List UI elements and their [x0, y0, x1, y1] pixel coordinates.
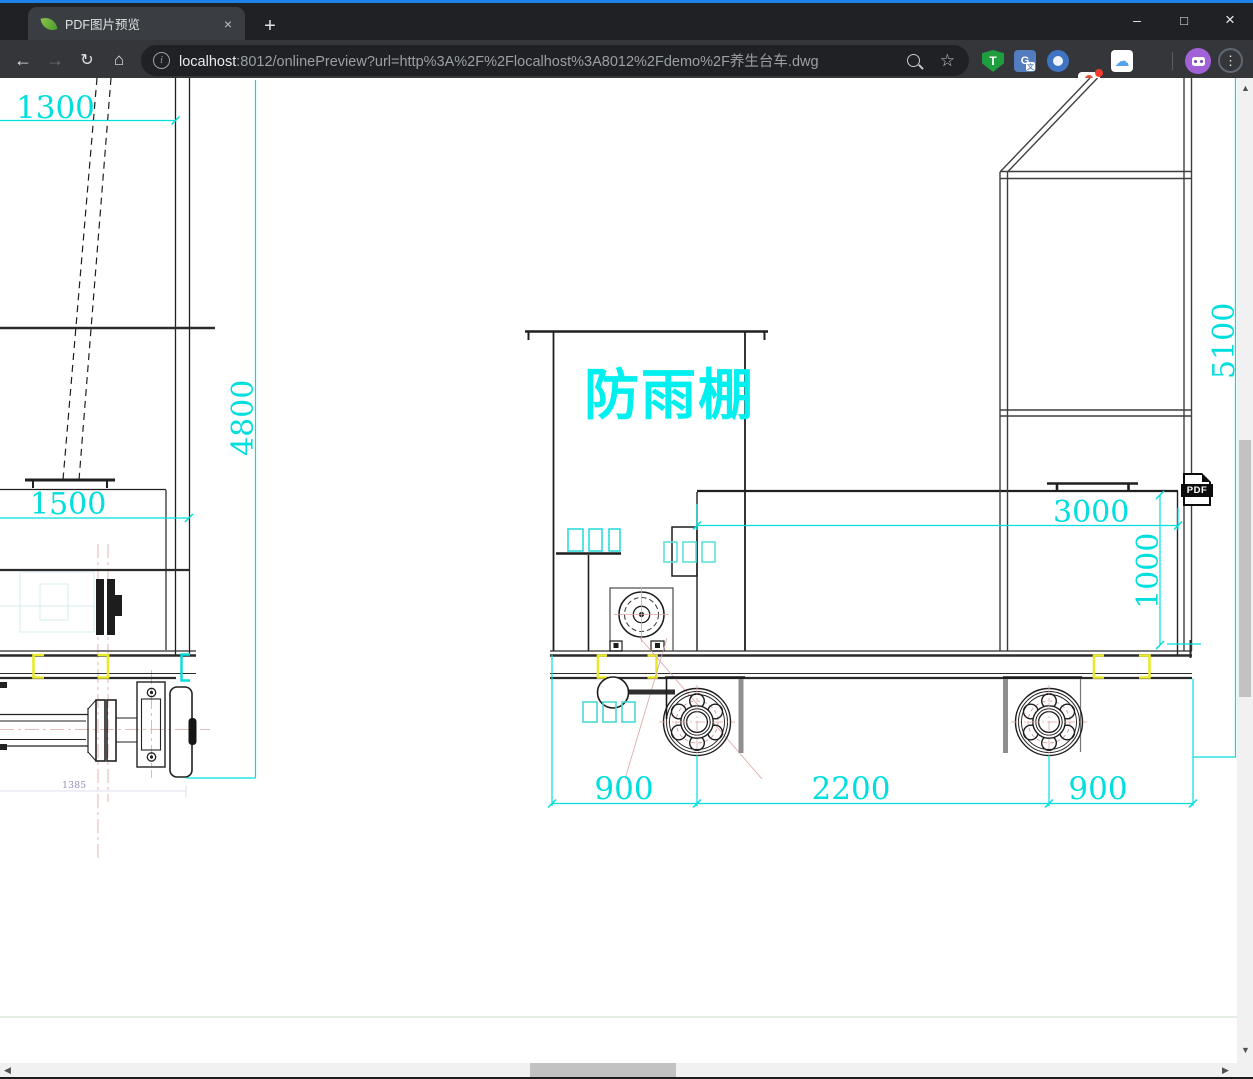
pdf-download-button[interactable]: PDF — [1181, 473, 1213, 506]
extension-cloud-icon[interactable]: ☁ — [1111, 50, 1133, 72]
browser-tab[interactable]: PDF图片预览 × — [28, 7, 245, 40]
window-close-button[interactable]: × — [1207, 3, 1253, 37]
scroll-down-arrow[interactable]: ▼ — [1241, 1046, 1250, 1055]
reload-button[interactable]: ↻ — [74, 48, 100, 72]
vertical-scrollbar-thumb[interactable] — [1239, 440, 1251, 697]
main-view: 防雨棚 3000 1000 5100 900 2200 900 — [525, 78, 1237, 809]
window-minimize-button[interactable]: – — [1114, 3, 1160, 37]
dim-3000: 3000 — [1053, 495, 1129, 530]
left-view: 1385 1300 4800 1500 — [0, 78, 261, 860]
bookmark-star-icon[interactable]: ☆ — [940, 51, 955, 71]
window-maximize-button[interactable]: □ — [1161, 3, 1207, 37]
wheel-left — [659, 685, 735, 760]
scroll-right-arrow[interactable]: ▶ — [1222, 1066, 1229, 1075]
extension-orbit-icon[interactable] — [1047, 50, 1069, 72]
browser-menu-button[interactable]: ⋮ — [1218, 48, 1243, 73]
url-text[interactable]: localhost:8012/onlinePreview?url=http%3A… — [179, 50, 907, 71]
dim-1385: 1385 — [62, 780, 86, 791]
main-dims — [547, 78, 1237, 809]
new-tab-button[interactable]: + — [256, 12, 284, 40]
faint-outlines — [0, 571, 95, 633]
flange-upper — [96, 579, 122, 635]
bolt-dot — [149, 690, 154, 695]
shelter-label: 防雨棚 — [584, 363, 755, 427]
wheel-contact — [188, 718, 197, 745]
edge-lug — [0, 744, 7, 750]
slant-braces — [62, 78, 112, 481]
tab-close-icon[interactable]: × — [219, 15, 237, 33]
scroll-left-arrow[interactable]: ◀ — [4, 1066, 11, 1075]
home-button[interactable]: ⌂ — [106, 48, 132, 72]
horizontal-scrollbar-thumb[interactable] — [530, 1063, 676, 1077]
scrollbar-corner — [1237, 1063, 1253, 1077]
titlebar: PDF图片预览 × — [0, 3, 1253, 40]
dim-4800: 4800 — [226, 380, 261, 456]
dim-2200: 2200 — [812, 771, 891, 807]
cad-drawing: 1385 1300 4800 1500 防雨棚 3000 1000 5100 9… — [0, 78, 1237, 1018]
url-path: :8012/onlinePreview?url=http%3A%2F%2Floc… — [236, 54, 819, 70]
control-box — [671, 526, 698, 577]
cyan-bracket — [180, 653, 190, 682]
address-bar[interactable]: i localhost:8012/onlinePreview?url=http%… — [141, 45, 969, 76]
dim-900-left: 900 — [594, 771, 653, 807]
dim-1000: 1000 — [1131, 533, 1166, 609]
robot-face-icon — [1191, 56, 1205, 66]
pdf-label: PDF — [1181, 484, 1213, 497]
page-fold-icon — [1202, 473, 1211, 482]
forward-button[interactable]: → — [42, 48, 68, 72]
profile-avatar[interactable] — [1185, 48, 1211, 74]
tab-title: PDF图片预览 — [65, 18, 141, 32]
bolt-dot — [149, 755, 154, 759]
dim-1300: 1300 — [16, 90, 95, 126]
cyan-markers-row1 — [567, 528, 621, 552]
left-structure — [0, 78, 215, 655]
yellow-brackets-left — [32, 653, 110, 679]
url-host: localhost — [179, 54, 237, 70]
page-info-icon[interactable]: i — [153, 52, 170, 69]
dim-5100: 5100 — [1207, 303, 1237, 379]
back-button[interactable]: ← — [10, 48, 36, 72]
wheel-right — [1011, 685, 1087, 760]
dim-1500: 1500 — [30, 487, 106, 522]
cad-preview-canvas: 1385 1300 4800 1500 防雨棚 3000 1000 5100 9… — [0, 78, 1237, 1063]
spring-leaf-favicon — [40, 15, 58, 32]
scroll-up-arrow[interactable]: ▲ — [1241, 84, 1250, 93]
translate-sub-letter: 文 — [1026, 62, 1035, 71]
zoom-icon[interactable] — [906, 54, 924, 70]
toolbar-separator — [1172, 52, 1173, 70]
idler-circle — [596, 676, 630, 709]
dim-900-right: 900 — [1068, 771, 1127, 807]
yellow-brackets-center — [596, 654, 1151, 679]
edge-lug — [0, 682, 7, 688]
extension-translate-icon[interactable]: G文 — [1014, 50, 1036, 72]
motor — [609, 587, 674, 652]
